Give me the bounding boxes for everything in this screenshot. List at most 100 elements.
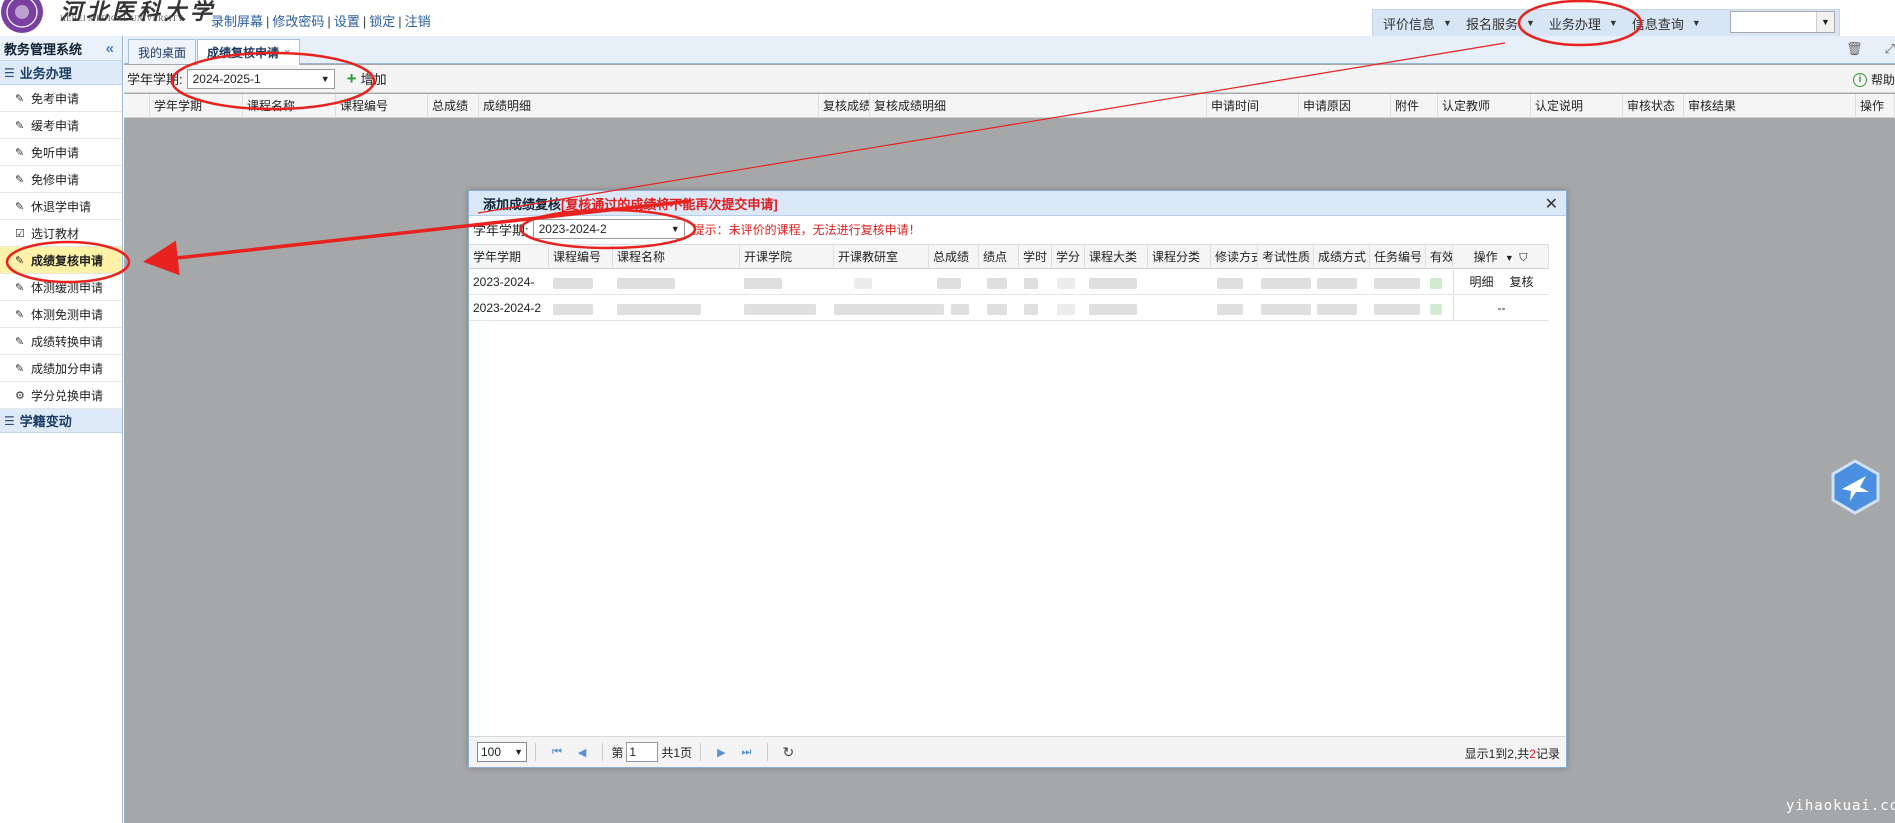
- refresh-icon[interactable]: ↻: [782, 744, 794, 761]
- tab-grade-review[interactable]: 成绩复核申请 ×: [197, 39, 301, 65]
- add-button[interactable]: + 增加: [347, 69, 387, 89]
- dialog-col-hours[interactable]: 学时: [1019, 245, 1052, 269]
- trash-icon[interactable]: 🗑: [1846, 41, 1863, 56]
- empty-ops: --: [1497, 301, 1506, 315]
- dialog-col-course-name[interactable]: 课程名称: [613, 245, 740, 269]
- grid-col-course-code[interactable]: 课程编号: [336, 94, 428, 118]
- top-search-combo[interactable]: ▼: [1730, 11, 1835, 33]
- settings-link[interactable]: 设置: [334, 14, 360, 29]
- caret-down-icon: ▼: [1443, 18, 1452, 28]
- review-link[interactable]: 复核: [1510, 275, 1534, 289]
- caret-down-icon[interactable]: ▼: [1816, 12, 1834, 32]
- filter-icon[interactable]: ⛉: [1519, 252, 1527, 264]
- last-page-icon[interactable]: ⏭: [742, 746, 752, 759]
- sidebar-item-credit-exchange[interactable]: ⚙ 学分兑换申请: [0, 382, 122, 409]
- grid-col-ops[interactable]: 操作: [1856, 94, 1895, 118]
- dialog-col-course-code[interactable]: 课程编号: [549, 245, 613, 269]
- close-icon[interactable]: ✕: [1545, 194, 1558, 214]
- grid-col-teacher[interactable]: 认定教师: [1438, 94, 1531, 118]
- nav-business[interactable]: 业务办理 ▼: [1549, 14, 1618, 33]
- grid-col-term[interactable]: 学年学期: [150, 94, 243, 118]
- sidebar-item-grade-review[interactable]: ✎ 成绩复核申请: [0, 247, 122, 274]
- sidebar-section-business[interactable]: ☰ 业务办理: [0, 61, 122, 85]
- dialog-col-ops[interactable]: 操作 ▼ ⛉: [1453, 245, 1549, 269]
- close-icon[interactable]: ×: [284, 47, 290, 59]
- table-row: 2023-2024-2 --: [469, 296, 1549, 321]
- dialog-col-exam-type[interactable]: 考试性质: [1258, 245, 1314, 269]
- grid-col-course-name[interactable]: 课程名称: [243, 94, 336, 118]
- nav-info-query[interactable]: 信息查询 ▼: [1632, 14, 1701, 33]
- grid-col-result[interactable]: 审核结果: [1684, 94, 1856, 118]
- dialog-grid-header: 学年学期 课程编号 课程名称 开课学院 开课教研室 总成绩 绩点 学时 学分 课…: [469, 244, 1549, 269]
- dialog-col-gpa[interactable]: 绩点: [979, 245, 1019, 269]
- dialog-col-total[interactable]: 总成绩: [929, 245, 979, 269]
- grid-col-reason[interactable]: 申请原因: [1299, 94, 1391, 118]
- add-review-dialog: 添加成绩复核 [复核通过的成绩将不能再次提交申请] ✕ 学年学期: 2023-20…: [468, 190, 1567, 768]
- logout-link[interactable]: 注销: [405, 14, 431, 29]
- change-password-link[interactable]: 修改密码: [272, 14, 324, 29]
- redacted-cell: [1089, 278, 1137, 289]
- first-page-icon[interactable]: ⏮: [552, 746, 562, 759]
- float-bird-icon[interactable]: [1830, 459, 1881, 515]
- sidebar-item-grade-convert[interactable]: ✎ 成绩转换申请: [0, 328, 122, 355]
- lock-link[interactable]: 锁定: [369, 14, 395, 29]
- grid-col-status[interactable]: 审核状态: [1623, 94, 1684, 118]
- edit-icon: ✎: [15, 173, 25, 186]
- redacted-cell: [1024, 278, 1038, 289]
- redacted-cell: [744, 278, 782, 289]
- tab-desktop[interactable]: 我的桌面: [128, 39, 197, 64]
- grid-col-detail[interactable]: 成绩明细: [479, 94, 819, 118]
- sidebar-item-attend-exempt[interactable]: ✎ 免听申请: [0, 139, 122, 166]
- row-ops: 明细 复核: [1453, 270, 1549, 294]
- caret-down-icon[interactable]: ▼: [1505, 253, 1514, 263]
- sidebar-item-suspension[interactable]: ✎ 休退学申请: [0, 193, 122, 220]
- record-screen-link[interactable]: 录制屏幕: [211, 14, 263, 29]
- prev-page-icon[interactable]: ◀: [578, 746, 586, 759]
- term-select[interactable]: 2024-2025-1 ▼: [186, 68, 335, 89]
- next-page-icon[interactable]: ▶: [717, 746, 725, 759]
- detail-link[interactable]: 明细: [1469, 275, 1493, 289]
- dialog-col-college[interactable]: 开课学院: [740, 245, 834, 269]
- sidebar-item-pe-exempt[interactable]: ✎ 体测免测申请: [0, 301, 122, 328]
- sidebar-item-textbook[interactable]: ☑ 选订教材: [0, 220, 122, 247]
- nav-registration[interactable]: 报名服务 ▼: [1466, 14, 1535, 33]
- list-icon: ☰: [4, 65, 15, 80]
- help-button[interactable]: i 帮助: [1852, 71, 1895, 88]
- page-size-select[interactable]: 100 ▼: [477, 742, 527, 762]
- dialog-col-credit[interactable]: 学分: [1052, 245, 1085, 269]
- grid-col-total[interactable]: 总成绩: [428, 94, 479, 118]
- redacted-cell: [1057, 278, 1075, 289]
- dialog-col-category[interactable]: 课程大类: [1085, 245, 1148, 269]
- nav-evaluation[interactable]: 评价信息 ▼: [1383, 14, 1452, 33]
- sidebar-item-course-exempt[interactable]: ✎ 免修申请: [0, 166, 122, 193]
- redacted-cell: [1374, 278, 1420, 289]
- collapse-icon[interactable]: «: [106, 40, 114, 57]
- grid-col-attachment[interactable]: 附件: [1391, 94, 1438, 118]
- dialog-col-subcategory[interactable]: 课程分类: [1148, 245, 1211, 269]
- dialog-col-task-code[interactable]: 任务编号: [1370, 245, 1426, 269]
- sidebar-item-exam-defer[interactable]: ✎ 缓考申请: [0, 112, 122, 139]
- row-term: 2023-2024-2: [473, 301, 542, 315]
- grid-col-note[interactable]: 认定说明: [1531, 94, 1623, 118]
- redacted-cell: [987, 304, 1007, 315]
- sidebar-item-pe-defer[interactable]: ✎ 体测缓测申请: [0, 274, 122, 301]
- dialog-col-study-mode[interactable]: 修读方式: [1211, 245, 1258, 269]
- page-number-input[interactable]: 1: [626, 742, 659, 762]
- sidebar-item-exam-exempt[interactable]: ✎ 免考申请: [0, 85, 122, 112]
- dialog-col-valid[interactable]: 有效: [1426, 245, 1453, 269]
- fullscreen-icon[interactable]: ⤢: [1885, 41, 1895, 56]
- dialog-col-department[interactable]: 开课教研室: [834, 245, 929, 269]
- dialog-col-term[interactable]: 学年学期: [469, 245, 549, 269]
- dialog-col-grade-mode[interactable]: 成绩方式: [1314, 245, 1370, 269]
- grid-col-review-detail[interactable]: 复核成绩明细: [870, 94, 1207, 118]
- dialog-term-select[interactable]: 2023-2024-2 ▼: [532, 219, 685, 239]
- grid-col-apply-time[interactable]: 申请时间: [1207, 94, 1299, 118]
- sidebar-item-grade-bonus[interactable]: ✎ 成绩加分申请: [0, 355, 122, 382]
- grid-col-review-grade[interactable]: 复核成绩: [819, 94, 870, 118]
- redacted-cell: [553, 304, 593, 315]
- sidebar-section-status[interactable]: ☰ 学籍变动: [0, 409, 122, 433]
- edit-icon: ✎: [15, 335, 25, 348]
- grid-header: 学年学期 课程名称 课程编号 总成绩 成绩明细 复核成绩 复核成绩明细 申请时间…: [124, 94, 1895, 118]
- table-row: 2023-2024- 明细 复核: [469, 270, 1549, 295]
- redacted-cell: [937, 278, 961, 289]
